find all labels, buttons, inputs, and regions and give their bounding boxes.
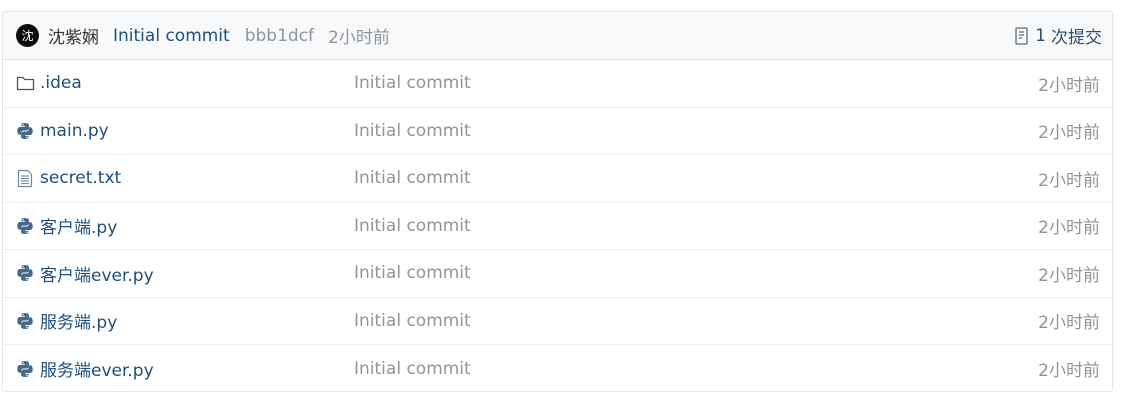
file-commit-time: 2小时前	[1038, 123, 1100, 144]
file-name-link[interactable]: secret.txt	[40, 168, 121, 188]
file-name-link[interactable]: main.py	[40, 121, 109, 141]
file-name-link[interactable]: .idea	[40, 73, 82, 93]
python-icon	[15, 263, 35, 283]
commit-sha[interactable]: bbb1dcf	[245, 26, 314, 46]
file-commit-message-link[interactable]: Initial commit	[354, 121, 471, 141]
commit-history-icon	[1015, 26, 1029, 45]
commit-count-link[interactable]: 1 次提交	[1015, 23, 1102, 48]
file-row[interactable]: 服务端ever.py Initial commit 2小时前	[3, 345, 1112, 391]
file-commit-time: 2小时前	[1038, 313, 1100, 334]
file-commit-message-link[interactable]: Initial commit	[354, 216, 471, 236]
file-list-panel: 沈 沈紫娴 Initial commit bbb1dcf 2小时前 1 次提交 …	[2, 11, 1113, 392]
file-row[interactable]: 服务端.py Initial commit 2小时前	[3, 298, 1112, 345]
file-rows: .idea Initial commit 2小时前 main.py Initial co…	[3, 60, 1112, 391]
file-commit-message-link[interactable]: Initial commit	[354, 311, 471, 331]
file-row[interactable]: .idea Initial commit 2小时前	[3, 60, 1112, 108]
file-commit-time: 2小时前	[1038, 265, 1100, 286]
file-commit-message-link[interactable]: Initial commit	[354, 359, 471, 379]
python-icon	[15, 121, 35, 141]
file-commit-message-link[interactable]: Initial commit	[354, 263, 471, 283]
latest-commit-message-link[interactable]: Initial commit	[113, 26, 230, 46]
file-name-link[interactable]: 客户端.py	[40, 213, 117, 238]
python-icon	[15, 216, 35, 236]
file-commit-time: 2小时前	[1038, 218, 1100, 239]
file-name-link[interactable]: 客户端ever.py	[40, 261, 154, 286]
file-commit-message-link[interactable]: Initial commit	[354, 168, 471, 188]
file-row[interactable]: main.py Initial commit 2小时前	[3, 108, 1112, 155]
python-icon	[15, 359, 35, 379]
avatar[interactable]: 沈	[16, 24, 39, 47]
folder-icon	[15, 73, 35, 93]
file-commit-time: 2小时前	[1038, 170, 1100, 191]
file-commit-time: 2小时前	[1038, 75, 1100, 96]
file-row[interactable]: 客户端ever.py Initial commit 2小时前	[3, 250, 1112, 298]
commit-count-label: 次提交	[1051, 28, 1102, 48]
file-commit-time: 2小时前	[1038, 361, 1100, 382]
file-name-link[interactable]: 服务端ever.py	[40, 356, 154, 381]
commit-time: 2小时前	[328, 28, 390, 48]
file-name-link[interactable]: 服务端.py	[40, 308, 117, 333]
text-file-icon	[15, 168, 35, 188]
latest-commit-header: 沈 沈紫娴 Initial commit bbb1dcf 2小时前 1 次提交	[3, 12, 1112, 60]
file-commit-message-link[interactable]: Initial commit	[354, 73, 471, 93]
file-row[interactable]: 客户端.py Initial commit 2小时前	[3, 203, 1112, 250]
file-row[interactable]: secret.txt Initial commit 2小时前	[3, 155, 1112, 203]
commit-count: 1	[1035, 25, 1046, 46]
python-icon	[15, 311, 35, 331]
commit-author[interactable]: 沈紫娴	[48, 23, 99, 48]
